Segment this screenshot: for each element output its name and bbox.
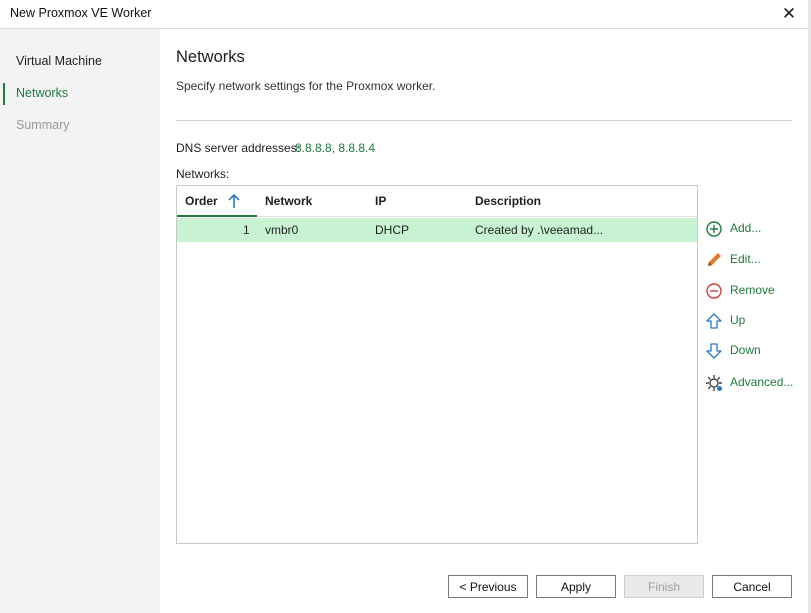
table-header: Order Network IP Description xyxy=(177,186,697,217)
close-icon[interactable]: ✕ xyxy=(779,4,799,24)
sort-ascending-icon xyxy=(228,193,240,208)
cell-description: Created by .\veeamad... xyxy=(475,223,604,237)
remove-label: Remove xyxy=(730,283,775,297)
pencil-icon xyxy=(708,253,721,266)
networks-table: Order Network IP Description 1 vmbr0 DHC… xyxy=(176,185,698,544)
column-header-description[interactable]: Description xyxy=(475,194,541,208)
column-header-order[interactable]: Order xyxy=(185,194,218,208)
step-networks[interactable]: Networks xyxy=(16,86,68,100)
window-title: New Proxmox VE Worker xyxy=(10,6,152,20)
networks-label: Networks: xyxy=(176,167,230,181)
page-title: Networks xyxy=(176,48,245,66)
step-summary: Summary xyxy=(16,118,70,132)
arrow-up-icon xyxy=(706,313,722,329)
arrow-down-icon xyxy=(706,343,722,359)
active-step-marker xyxy=(3,83,5,105)
add-label: Add... xyxy=(730,221,762,235)
cancel-button[interactable]: Cancel xyxy=(712,575,792,598)
up-label: Up xyxy=(730,313,746,327)
remove-icon xyxy=(706,283,722,299)
edit-label: Edit... xyxy=(730,252,761,266)
add-icon xyxy=(706,221,722,237)
gear-icon xyxy=(706,375,722,391)
finish-button: Finish xyxy=(624,575,704,598)
table-row[interactable]: 1 vmbr0 DHCP Created by .\veeamad... xyxy=(177,218,697,242)
column-header-ip[interactable]: IP xyxy=(375,194,386,208)
cell-network: vmbr0 xyxy=(265,223,299,237)
wizard-steps-sidebar: Virtual Machine Networks Summary xyxy=(0,29,160,613)
dns-servers-link[interactable]: 8.8.8.8, 8.8.8.4 xyxy=(295,141,375,155)
apply-button[interactable]: Apply xyxy=(536,575,616,598)
dns-label: DNS server addresses: xyxy=(176,141,301,155)
advanced-label: Advanced... xyxy=(730,375,794,389)
step-virtual-machine[interactable]: Virtual Machine xyxy=(16,54,102,68)
title-bar: New Proxmox VE Worker ✕ xyxy=(0,0,811,28)
page-subtitle: Specify network settings for the Proxmox… xyxy=(176,79,436,93)
sort-indicator-bar xyxy=(177,215,257,217)
previous-button[interactable]: < Previous xyxy=(448,575,528,598)
cell-ip: DHCP xyxy=(375,223,410,237)
down-label: Down xyxy=(730,343,761,357)
column-header-network[interactable]: Network xyxy=(265,194,312,208)
header-divider xyxy=(176,120,792,121)
cell-order: 1 xyxy=(243,223,250,237)
